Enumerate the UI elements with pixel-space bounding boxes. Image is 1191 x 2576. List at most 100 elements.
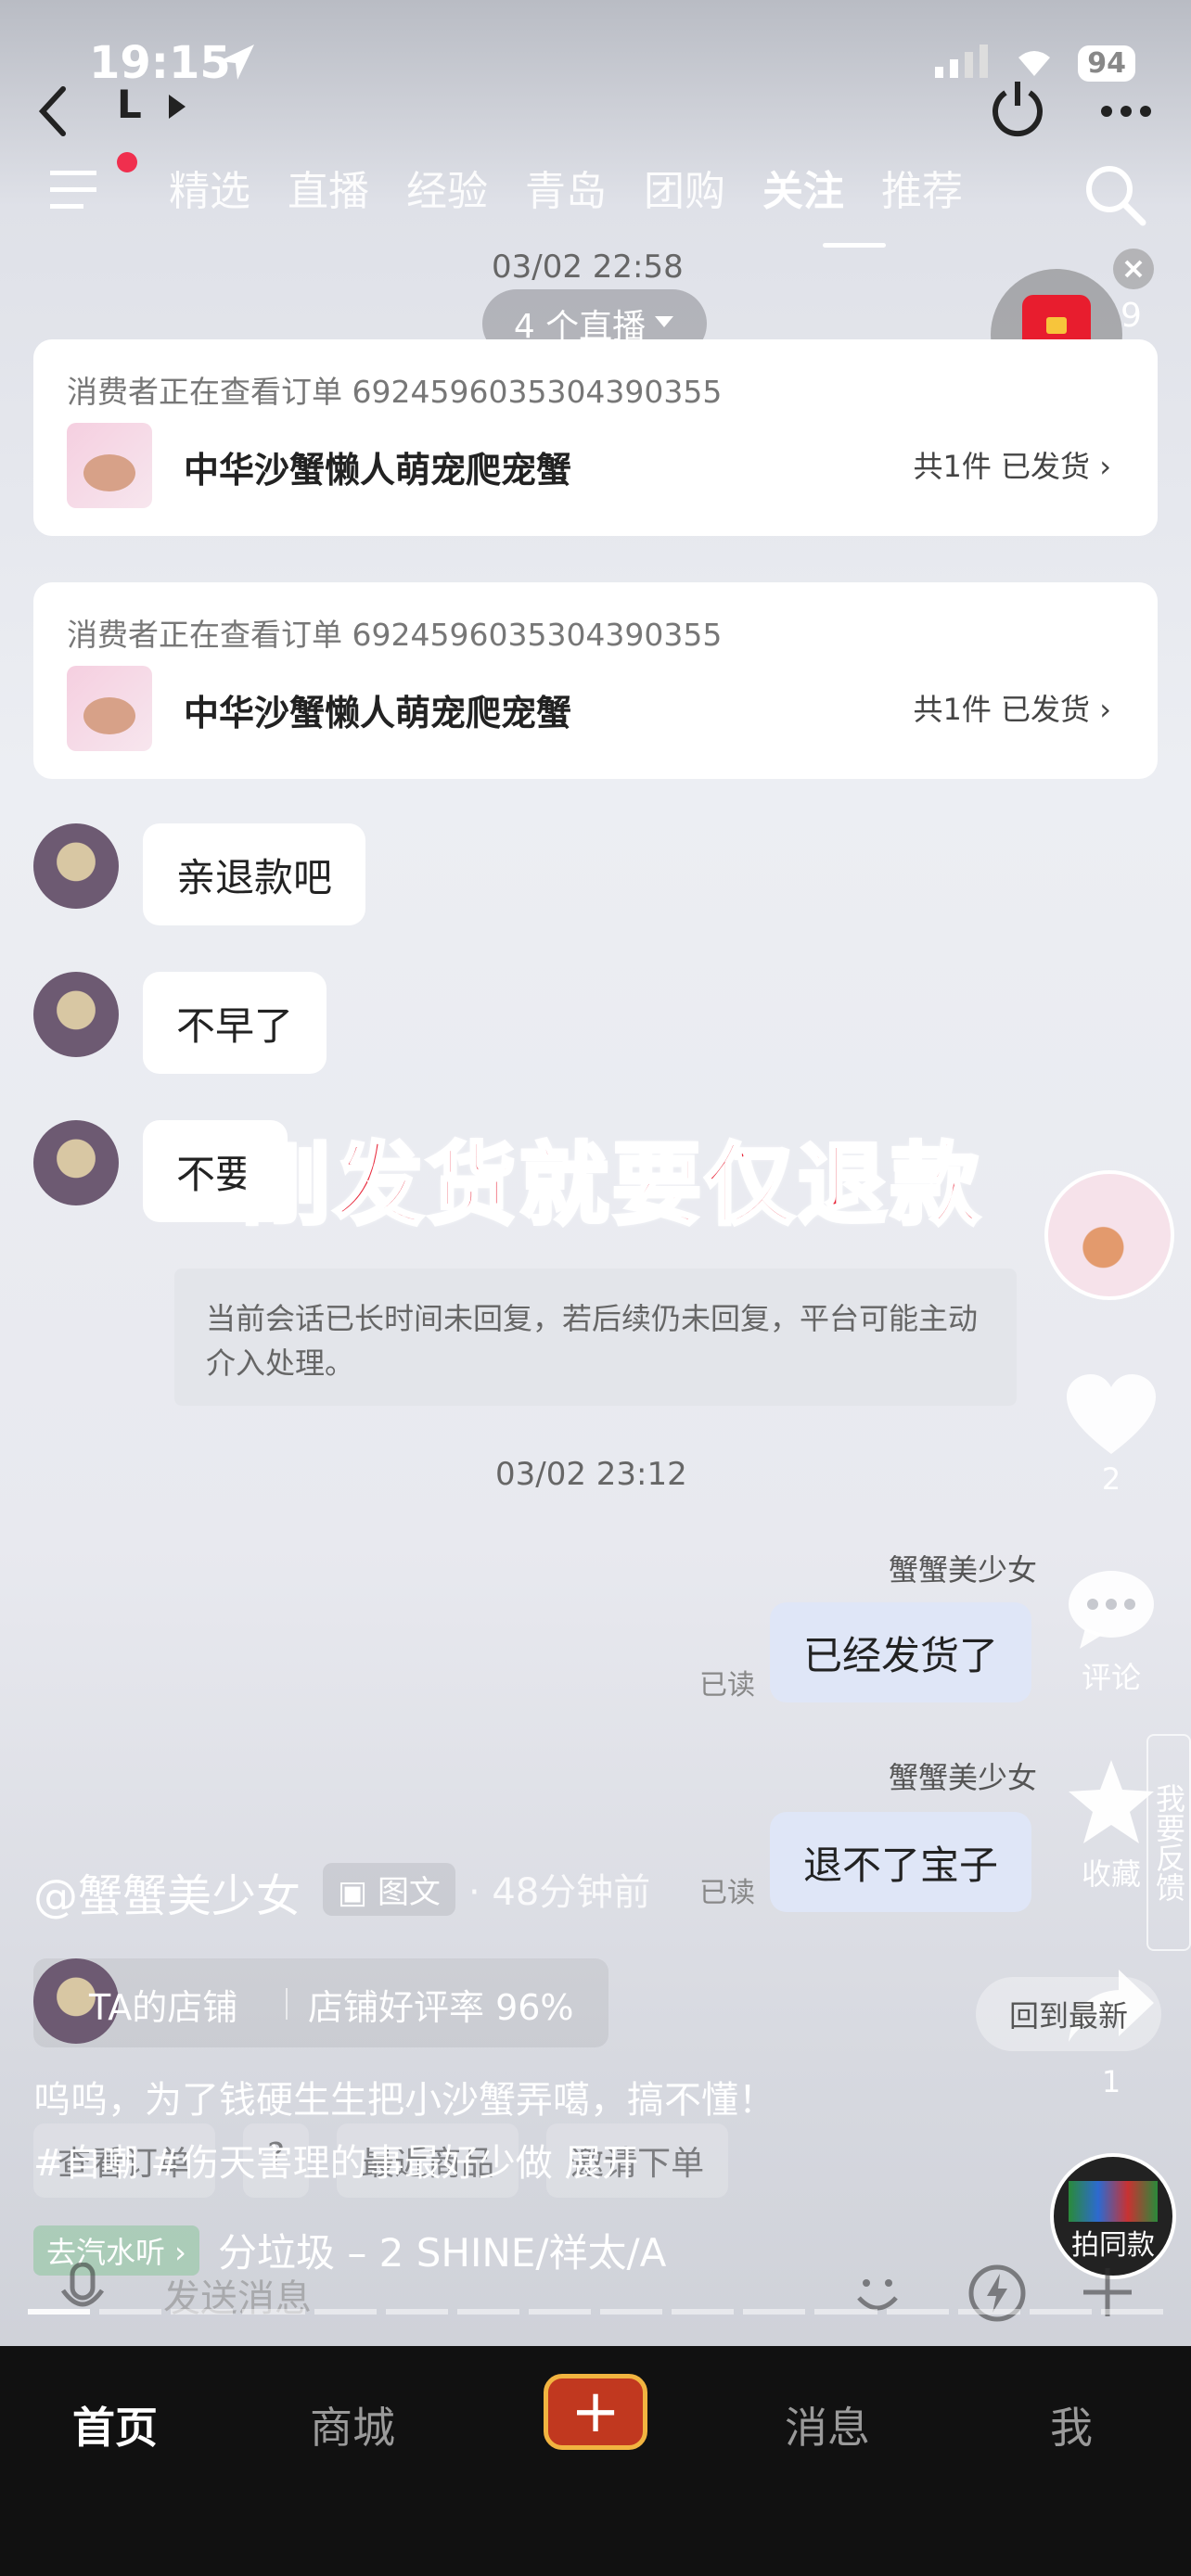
author-name[interactable]: @蟹蟹美少女 xyxy=(33,1859,301,1924)
red-packet-close-icon[interactable] xyxy=(1113,249,1154,289)
active-tab-underline xyxy=(823,243,886,248)
heart-icon xyxy=(1067,1374,1156,1454)
progress-segment xyxy=(600,2309,663,2315)
message-input-row: 发送消息 xyxy=(33,2262,1158,2327)
author-avatar[interactable] xyxy=(1044,1170,1174,1300)
order-card[interactable]: 消费者正在查看订单 6924596035304390355 中华沙蟹懒人萌宠爬宠… xyxy=(33,582,1158,779)
comment-label: 评论 xyxy=(1081,1660,1141,1695)
overlay-title: 刚发货就要仅退款 xyxy=(239,1131,983,1239)
plus-create-icon: + xyxy=(570,2378,621,2446)
post-tags[interactable]: #自嘲 #伤天害理的事最好少做 展开 xyxy=(33,2133,638,2187)
voice-icon[interactable] xyxy=(59,2262,106,2327)
order-card[interactable]: 消费者正在查看订单 6924596035304390355 中华沙蟹懒人萌宠爬宠… xyxy=(33,339,1158,536)
caret-down-icon xyxy=(653,314,675,333)
avatar[interactable] xyxy=(33,823,119,909)
shop-link[interactable]: TA的店铺 店铺好评率 96% xyxy=(33,1958,608,2047)
message-bubble: 亲退款吧 xyxy=(143,823,366,925)
like-count: 2 xyxy=(1101,1461,1121,1497)
create-post-button[interactable]: + xyxy=(544,2374,647,2450)
more-icon[interactable] xyxy=(1100,104,1152,121)
progress-segments xyxy=(28,2309,1163,2315)
order-caption: 消费者正在查看订单 6924596035304390355 xyxy=(67,617,723,653)
notification-dot xyxy=(117,152,137,172)
tab-following[interactable]: 关注 xyxy=(762,158,844,217)
comment-button[interactable]: 评论 xyxy=(1057,1567,1165,1697)
battery-indicator: 94 xyxy=(1078,45,1135,82)
plus-icon[interactable] xyxy=(1080,2264,1135,2324)
feedback-label: 我要反馈 xyxy=(1151,1783,1186,1902)
avatar[interactable] xyxy=(33,1120,119,1205)
chevron-right-icon: › xyxy=(1099,692,1111,727)
message-bubble-me: 已经发货了 xyxy=(770,1602,1032,1702)
progress-segment xyxy=(1029,2309,1092,2315)
post-type-badge: ▣ 图文 xyxy=(323,1862,455,1916)
same-style-art xyxy=(1069,2181,1158,2222)
play-small-icon xyxy=(167,93,187,124)
image-text-icon: ▣ xyxy=(338,1873,368,1911)
tab-home[interactable]: 首页 xyxy=(72,2394,158,2455)
product-name: 中华沙蟹懒人萌宠爬宠蟹 xyxy=(184,693,572,733)
tab-featured[interactable]: 精选 xyxy=(169,158,250,217)
read-receipt: 已读 xyxy=(699,1877,755,1909)
progress-segment xyxy=(672,2309,735,2315)
status-subtitle: L xyxy=(117,82,142,127)
order-status: 共1件 已发货 › xyxy=(913,686,1111,729)
back-arrow-icon[interactable] xyxy=(35,83,72,139)
tab-list: 精选 直播 经验 青岛 团购 关注 推荐 xyxy=(169,158,963,217)
comment-icon xyxy=(1069,1571,1154,1649)
same-style-button[interactable]: 拍同款 xyxy=(1050,2153,1176,2279)
tab-me[interactable]: 我 xyxy=(1050,2394,1093,2455)
progress-segment xyxy=(242,2309,305,2315)
progress-segment xyxy=(456,2309,519,2315)
chevron-right-icon: › xyxy=(1099,449,1111,484)
power-icon[interactable] xyxy=(987,76,1048,141)
progress-segment xyxy=(743,2309,806,2315)
progress-segment xyxy=(28,2309,91,2315)
tab-messages[interactable]: 消息 xyxy=(785,2394,870,2455)
chat-timestamp-2: 03/02 23:12 xyxy=(495,1456,687,1493)
sender-name: 蟹蟹美少女 xyxy=(889,1760,1038,1795)
sender-name: 蟹蟹美少女 xyxy=(889,1552,1038,1588)
tab-experience[interactable]: 经验 xyxy=(406,158,488,217)
menu-icon[interactable] xyxy=(50,169,100,215)
chat-timestamp-1: 03/02 22:58 xyxy=(492,249,684,286)
product-thumbnail xyxy=(67,666,152,751)
message-bubble: 不早了 xyxy=(143,972,327,1074)
red-packet-count: 9 xyxy=(1121,297,1142,335)
system-note: 当前会话已长时间未回复，若后续仍未回复，平台可能主动介入处理。 xyxy=(174,1269,1017,1406)
post-type-label: 图文 xyxy=(377,1873,441,1911)
same-style-label: 拍同款 xyxy=(1071,2229,1155,2262)
progress-segment xyxy=(1100,2309,1163,2315)
tab-qingdao[interactable]: 青岛 xyxy=(525,158,607,217)
post-description: 呜呜，为了钱硬生生把小沙蟹弄噶，搞不懂！ xyxy=(33,2079,775,2122)
lightning-icon[interactable] xyxy=(967,2263,1028,2327)
tab-mall[interactable]: 商城 xyxy=(310,2394,395,2455)
tab-group-buy[interactable]: 团购 xyxy=(644,158,725,217)
location-arrow-icon xyxy=(215,41,258,87)
status-time: 19:15 xyxy=(89,37,231,89)
product-thumbnail xyxy=(67,423,152,508)
post-meta: ▣ 图文 · 48分钟前 xyxy=(323,1862,650,1916)
tab-recommend[interactable]: 推荐 xyxy=(881,158,963,217)
tab-live[interactable]: 直播 xyxy=(288,158,369,217)
progress-segment xyxy=(171,2309,234,2315)
emoji-icon[interactable] xyxy=(850,2266,905,2326)
progress-segment xyxy=(886,2309,949,2315)
signal-icon xyxy=(935,45,991,82)
search-icon[interactable] xyxy=(1083,163,1148,232)
back-to-latest-label: 回到最新 xyxy=(1008,1998,1128,2034)
back-to-latest-button[interactable]: 回到最新 xyxy=(976,1977,1161,2051)
share-count: 1 xyxy=(1101,2064,1121,2099)
like-button[interactable]: 2 xyxy=(1057,1372,1165,1497)
progress-segment xyxy=(314,2309,377,2315)
progress-segment xyxy=(385,2309,448,2315)
feedback-button[interactable]: 我要反馈 xyxy=(1146,1734,1191,1951)
order-status: 共1件 已发货 › xyxy=(913,443,1111,486)
progress-segment xyxy=(99,2309,162,2315)
post-time: · 48分钟前 xyxy=(467,1871,651,1914)
progress-segment xyxy=(814,2309,877,2315)
shop-label: TA的店铺 xyxy=(89,1987,238,2028)
avatar[interactable] xyxy=(33,972,119,1057)
shop-rating: 店铺好评率 96% xyxy=(308,1987,574,2028)
order-status-text: 共1件 已发货 xyxy=(913,692,1091,727)
